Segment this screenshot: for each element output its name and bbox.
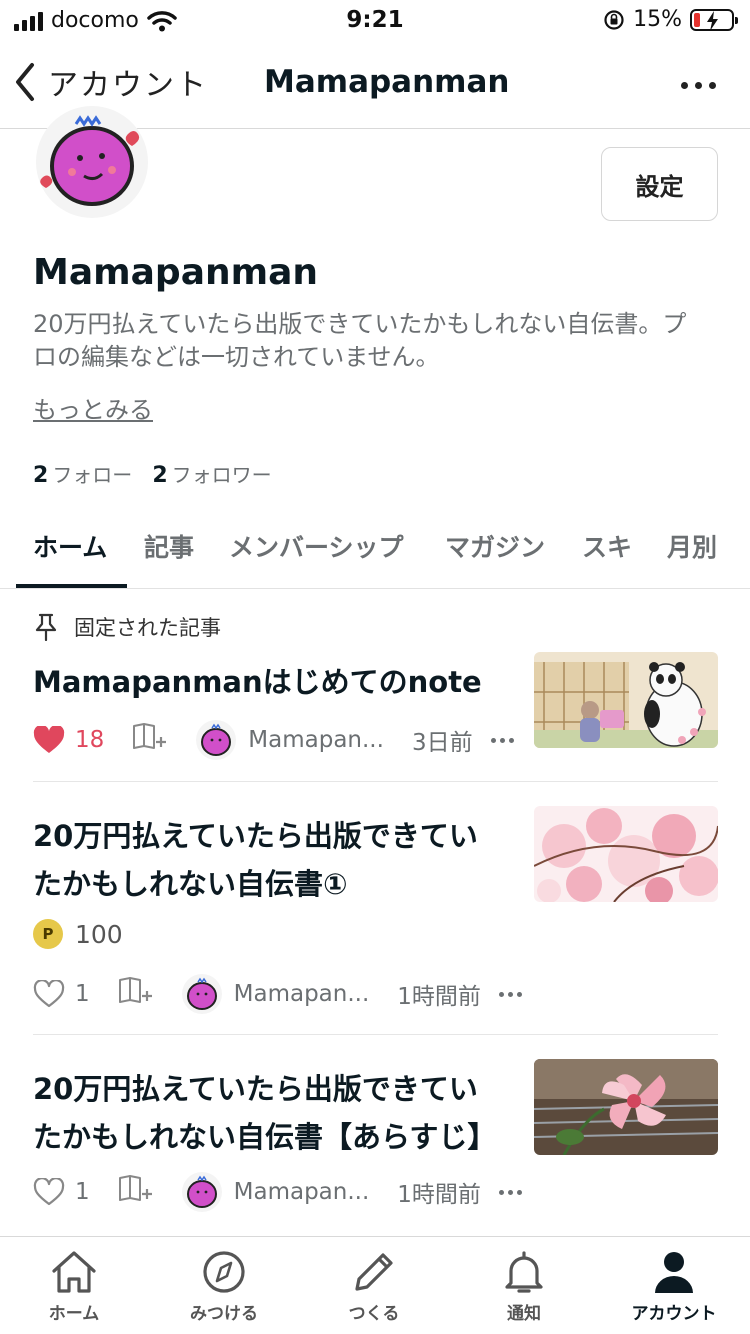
pin-icon [35, 613, 57, 641]
tab-articles[interactable]: 記事 [144, 528, 194, 564]
nav-title: Mamapanman [264, 64, 510, 100]
article-more-button[interactable] [490, 737, 514, 743]
article-title[interactable]: Mamapanmanはじめてのnote [33, 652, 513, 706]
article-title[interactable]: 20万円払えていたら出版できていたかもしれない自伝書① [33, 806, 503, 908]
article-more-button[interactable] [498, 1189, 522, 1195]
author-avatar [196, 720, 237, 760]
tab-home[interactable]: ホーム [33, 528, 107, 564]
author-avatar [181, 974, 222, 1014]
tab-active-indicator [16, 584, 127, 588]
profile-tabs: ホーム 記事 メンバーシップ マガジン スキ 月別 [0, 510, 750, 589]
home-icon [52, 1251, 96, 1293]
tabbar-label: つくる [348, 1304, 400, 1324]
author-avatar [181, 1172, 222, 1212]
like-button[interactable]: 1 [33, 1178, 90, 1206]
pencil-icon [355, 1253, 393, 1291]
article-thumbnail[interactable] [534, 806, 718, 902]
article-time: 3日前 [411, 730, 473, 756]
pinned-header: 固定された記事 [34, 612, 221, 642]
dot-icon [681, 82, 688, 89]
tabbar-notifications[interactable]: 通知 [454, 1249, 594, 1324]
tabbar-discover[interactable]: みつける [154, 1249, 294, 1324]
article-card[interactable]: 20万円払えていたら出版できていたかもしれない自伝書① P 100 1 Mama… [33, 806, 718, 1034]
followers-count: 2 [152, 463, 168, 488]
add-to-magazine-icon [133, 723, 167, 749]
add-to-magazine-button[interactable] [132, 722, 167, 758]
tab-membership[interactable]: メンバーシップ [229, 528, 404, 564]
point-coin-icon: P [33, 919, 63, 949]
divider [33, 781, 718, 782]
article-thumbnail[interactable] [534, 652, 718, 748]
article-author[interactable]: Mamapan... [196, 720, 384, 760]
article-author[interactable]: Mamapan... [181, 1172, 370, 1212]
divider [33, 1034, 718, 1035]
author-name: Mamapan... [248, 727, 384, 753]
back-label: アカウント [48, 68, 208, 103]
bottom-tab-bar: ホーム みつける つくる 通知 アカウント [0, 1236, 750, 1334]
tabbar-account[interactable]: アカウント [604, 1249, 744, 1324]
article-card[interactable]: 20万円払えていたら出版できていたかもしれない自伝書【あらすじ】 1 Mamap… [33, 1059, 718, 1229]
dot-icon [695, 82, 702, 89]
status-right: 15% [603, 7, 738, 32]
followers-link[interactable]: 2 フォロワー [152, 459, 271, 488]
dot-icon [709, 82, 716, 89]
like-button[interactable]: 18 [33, 726, 104, 754]
tabbar-label: アカウント [631, 1304, 717, 1324]
author-name: Mamapan... [233, 1179, 370, 1205]
settings-button[interactable]: 設定 [601, 147, 718, 221]
chevron-left-icon [16, 63, 34, 101]
pinned-label: 固定された記事 [74, 616, 221, 640]
show-more-link[interactable]: もっとみる [33, 390, 153, 425]
article-author[interactable]: Mamapan... [181, 974, 370, 1014]
article-meta: 1 Mamapan... 1時間前 [33, 1172, 522, 1212]
following-link[interactable]: 2 フォロー [33, 459, 132, 488]
following-label: フォロー [52, 463, 133, 487]
tab-monthly[interactable]: 月別 [667, 528, 717, 564]
article-time: 1時間前 [397, 984, 481, 1010]
profile-bio: 20万円払えていたら出版できていたかもしれない自伝書。プロの編集などは一切されて… [33, 310, 687, 371]
like-count: 1 [75, 981, 90, 1007]
tabbar-label: ホーム [48, 1304, 100, 1324]
heart-outline-icon [33, 1178, 65, 1206]
article-price: P 100 [33, 919, 123, 949]
article-meta: 18 Mamapan... 3日前 [33, 720, 514, 760]
add-to-magazine-icon [118, 977, 152, 1003]
article-more-button[interactable] [498, 991, 522, 997]
profile-avatar[interactable] [36, 106, 148, 218]
more-options-button[interactable] [681, 82, 716, 89]
user-icon [655, 1252, 693, 1293]
add-to-magazine-button[interactable] [118, 976, 152, 1012]
follow-stats: 2 フォロー 2 フォロワー [33, 459, 272, 488]
price-value: 100 [75, 919, 123, 949]
tabbar-home[interactable]: ホーム [4, 1249, 144, 1324]
following-count: 2 [33, 463, 49, 488]
profile-name: Mamapanman [33, 252, 319, 293]
tabbar-create[interactable]: つくる [304, 1249, 444, 1324]
like-count: 18 [75, 727, 105, 753]
status-bar: docomo 9:21 15% [0, 0, 750, 40]
followers-label: フォロワー [171, 463, 272, 487]
add-to-magazine-button[interactable] [118, 1174, 152, 1210]
tabbar-label: みつける [190, 1304, 258, 1324]
back-button[interactable]: アカウント [14, 60, 208, 104]
battery-icon [690, 8, 738, 31]
article-meta: 1 Mamapan... 1時間前 [33, 974, 522, 1014]
author-name: Mamapan... [233, 981, 370, 1007]
bell-icon [505, 1251, 543, 1293]
orientation-lock-icon [604, 9, 624, 30]
article-card[interactable]: Mamapanmanはじめてのnote 18 Mamapan... 3日前 [33, 652, 718, 780]
article-thumbnail[interactable] [534, 1059, 718, 1155]
battery-percent: 15% [633, 7, 682, 32]
compass-icon [203, 1251, 245, 1293]
tab-likes[interactable]: スキ [582, 528, 632, 564]
like-button[interactable]: 1 [33, 980, 90, 1008]
heart-outline-icon [33, 980, 65, 1008]
article-time: 1時間前 [397, 1182, 481, 1208]
add-to-magazine-icon [118, 1175, 152, 1201]
article-title[interactable]: 20万円払えていたら出版できていたかもしれない自伝書【あらすじ】 [33, 1059, 503, 1161]
like-count: 1 [75, 1179, 90, 1205]
tab-magazine[interactable]: マガジン [445, 528, 545, 564]
heart-filled-icon [33, 726, 65, 753]
tabbar-label: 通知 [507, 1304, 541, 1324]
